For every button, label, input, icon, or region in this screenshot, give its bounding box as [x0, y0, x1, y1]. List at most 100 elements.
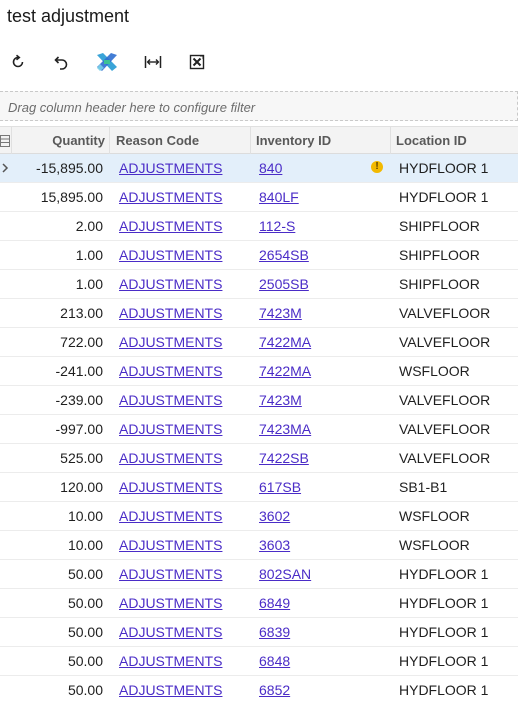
reason-code-link[interactable]: ADJUSTMENTS — [119, 160, 222, 176]
column-header-reason-code[interactable]: Reason Code — [110, 127, 251, 154]
table-row[interactable]: 1.00 ADJUSTMENTS 2505SB SHIPFLOOR — [0, 270, 518, 299]
warning-icon[interactable]: ! — [371, 161, 383, 173]
reason-code-link[interactable]: ADJUSTMENTS — [119, 624, 222, 640]
table-row[interactable]: 50.00 ADJUSTMENTS 6848 HYDFLOOR 1 — [0, 647, 518, 676]
row-selector[interactable] — [0, 183, 12, 211]
location-id-cell[interactable]: VALVEFLOOR — [391, 328, 518, 356]
inventory-id-link[interactable]: 3603 — [259, 537, 290, 553]
row-selector[interactable] — [0, 415, 12, 443]
quantity-cell[interactable]: 50.00 — [12, 589, 110, 617]
reason-code-link[interactable]: ADJUSTMENTS — [119, 247, 222, 263]
column-header-inventory-id[interactable]: Inventory ID — [251, 127, 391, 154]
inventory-id-link[interactable]: 6848 — [259, 653, 290, 669]
table-row[interactable]: -239.00 ADJUSTMENTS 7423M VALVEFLOOR — [0, 386, 518, 415]
inventory-id-link[interactable]: 617SB — [259, 479, 301, 495]
inventory-id-link[interactable]: 3602 — [259, 508, 290, 524]
table-row[interactable]: 120.00 ADJUSTMENTS 617SB SB1-B1 — [0, 473, 518, 502]
inventory-id-link[interactable]: 7423M — [259, 392, 302, 408]
table-row[interactable]: 50.00 ADJUSTMENTS 802SAN HYDFLOOR 1 — [0, 560, 518, 589]
inventory-id-link[interactable]: 7422SB — [259, 450, 309, 466]
inventory-id-link[interactable]: 840 — [259, 160, 282, 176]
quantity-cell[interactable]: 50.00 — [12, 618, 110, 646]
row-selector[interactable] — [0, 618, 12, 646]
table-row[interactable]: -997.00 ADJUSTMENTS 7423MA VALVEFLOOR — [0, 415, 518, 444]
inventory-id-link[interactable]: 2505SB — [259, 276, 309, 292]
table-row[interactable]: 525.00 ADJUSTMENTS 7422SB VALVEFLOOR — [0, 444, 518, 473]
table-row[interactable]: -241.00 ADJUSTMENTS 7422MA WSFLOOR — [0, 357, 518, 386]
location-id-cell[interactable]: SHIPFLOOR — [391, 241, 518, 269]
row-selector[interactable] — [0, 212, 12, 240]
location-id-cell[interactable]: VALVEFLOOR — [391, 415, 518, 443]
reason-code-link[interactable]: ADJUSTMENTS — [119, 595, 222, 611]
location-id-cell[interactable]: WSFLOOR — [391, 357, 518, 385]
inventory-id-link[interactable]: 7422MA — [259, 334, 311, 350]
row-selector[interactable] — [0, 444, 12, 472]
location-id-cell[interactable]: HYDFLOOR 1 — [391, 154, 518, 182]
quantity-cell[interactable]: 722.00 — [12, 328, 110, 356]
row-selector-header[interactable] — [0, 127, 12, 154]
row-selector[interactable] — [0, 589, 12, 617]
column-header-location-id[interactable]: Location ID — [391, 127, 518, 154]
reason-code-link[interactable]: ADJUSTMENTS — [119, 305, 222, 321]
fit-columns-button[interactable] — [139, 48, 167, 76]
reason-code-link[interactable]: ADJUSTMENTS — [119, 218, 222, 234]
reason-code-link[interactable]: ADJUSTMENTS — [119, 682, 222, 698]
location-id-cell[interactable]: VALVEFLOOR — [391, 299, 518, 327]
table-row[interactable]: 213.00 ADJUSTMENTS 7423M VALVEFLOOR — [0, 299, 518, 328]
undo-button[interactable] — [47, 48, 75, 76]
table-row[interactable]: 10.00 ADJUSTMENTS 3602 WSFLOOR — [0, 502, 518, 531]
reason-code-link[interactable]: ADJUSTMENTS — [119, 450, 222, 466]
table-row[interactable]: 15,895.00 ADJUSTMENTS 840LF HYDFLOOR 1 — [0, 183, 518, 212]
export-excel-button[interactable] — [183, 48, 211, 76]
table-row[interactable]: 50.00 ADJUSTMENTS 6849 HYDFLOOR 1 — [0, 589, 518, 618]
location-id-cell[interactable]: SHIPFLOOR — [391, 270, 518, 298]
table-row[interactable]: 10.00 ADJUSTMENTS 3603 WSFLOOR — [0, 531, 518, 560]
reason-code-link[interactable]: ADJUSTMENTS — [119, 566, 222, 582]
quantity-cell[interactable]: 15,895.00 — [12, 183, 110, 211]
quantity-cell[interactable]: -241.00 — [12, 357, 110, 385]
row-selector[interactable] — [0, 154, 12, 182]
reason-code-link[interactable]: ADJUSTMENTS — [119, 653, 222, 669]
row-selector[interactable] — [0, 241, 12, 269]
location-id-cell[interactable]: HYDFLOOR 1 — [391, 560, 518, 588]
column-header-quantity[interactable]: Quantity — [12, 127, 110, 154]
location-id-cell[interactable]: HYDFLOOR 1 — [391, 618, 518, 646]
inventory-id-link[interactable]: 6839 — [259, 624, 290, 640]
location-id-cell[interactable]: HYDFLOOR 1 — [391, 183, 518, 211]
reason-code-link[interactable]: ADJUSTMENTS — [119, 334, 222, 350]
row-selector[interactable] — [0, 502, 12, 530]
table-row[interactable]: 722.00 ADJUSTMENTS 7422MA VALVEFLOOR — [0, 328, 518, 357]
table-row[interactable]: 2.00 ADJUSTMENTS 112-S SHIPFLOOR — [0, 212, 518, 241]
acumatica-logo-button[interactable] — [93, 48, 121, 76]
quantity-cell[interactable]: 10.00 — [12, 531, 110, 559]
quantity-cell[interactable]: 1.00 — [12, 241, 110, 269]
reason-code-link[interactable]: ADJUSTMENTS — [119, 508, 222, 524]
row-selector[interactable] — [0, 328, 12, 356]
quantity-cell[interactable]: 50.00 — [12, 676, 110, 701]
quantity-cell[interactable]: -239.00 — [12, 386, 110, 414]
inventory-id-link[interactable]: 7423M — [259, 305, 302, 321]
quantity-cell[interactable]: 525.00 — [12, 444, 110, 472]
inventory-id-link[interactable]: 7422MA — [259, 363, 311, 379]
table-row[interactable]: 50.00 ADJUSTMENTS 6839 HYDFLOOR 1 — [0, 618, 518, 647]
quantity-cell[interactable]: -997.00 — [12, 415, 110, 443]
refresh-button[interactable] — [4, 48, 32, 76]
reason-code-link[interactable]: ADJUSTMENTS — [119, 421, 222, 437]
row-selector[interactable] — [0, 357, 12, 385]
row-selector[interactable] — [0, 531, 12, 559]
row-selector[interactable] — [0, 299, 12, 327]
reason-code-link[interactable]: ADJUSTMENTS — [119, 276, 222, 292]
location-id-cell[interactable]: VALVEFLOOR — [391, 386, 518, 414]
reason-code-link[interactable]: ADJUSTMENTS — [119, 479, 222, 495]
reason-code-link[interactable]: ADJUSTMENTS — [119, 392, 222, 408]
row-selector[interactable] — [0, 676, 12, 701]
inventory-id-link[interactable]: 6849 — [259, 595, 290, 611]
row-selector[interactable] — [0, 386, 12, 414]
quantity-cell[interactable]: 1.00 — [12, 270, 110, 298]
reason-code-link[interactable]: ADJUSTMENTS — [119, 189, 222, 205]
location-id-cell[interactable]: SB1-B1 — [391, 473, 518, 501]
inventory-id-link[interactable]: 112-S — [259, 218, 295, 234]
location-id-cell[interactable]: HYDFLOOR 1 — [391, 589, 518, 617]
quantity-cell[interactable]: 120.00 — [12, 473, 110, 501]
inventory-id-link[interactable]: 7423MA — [259, 421, 311, 437]
